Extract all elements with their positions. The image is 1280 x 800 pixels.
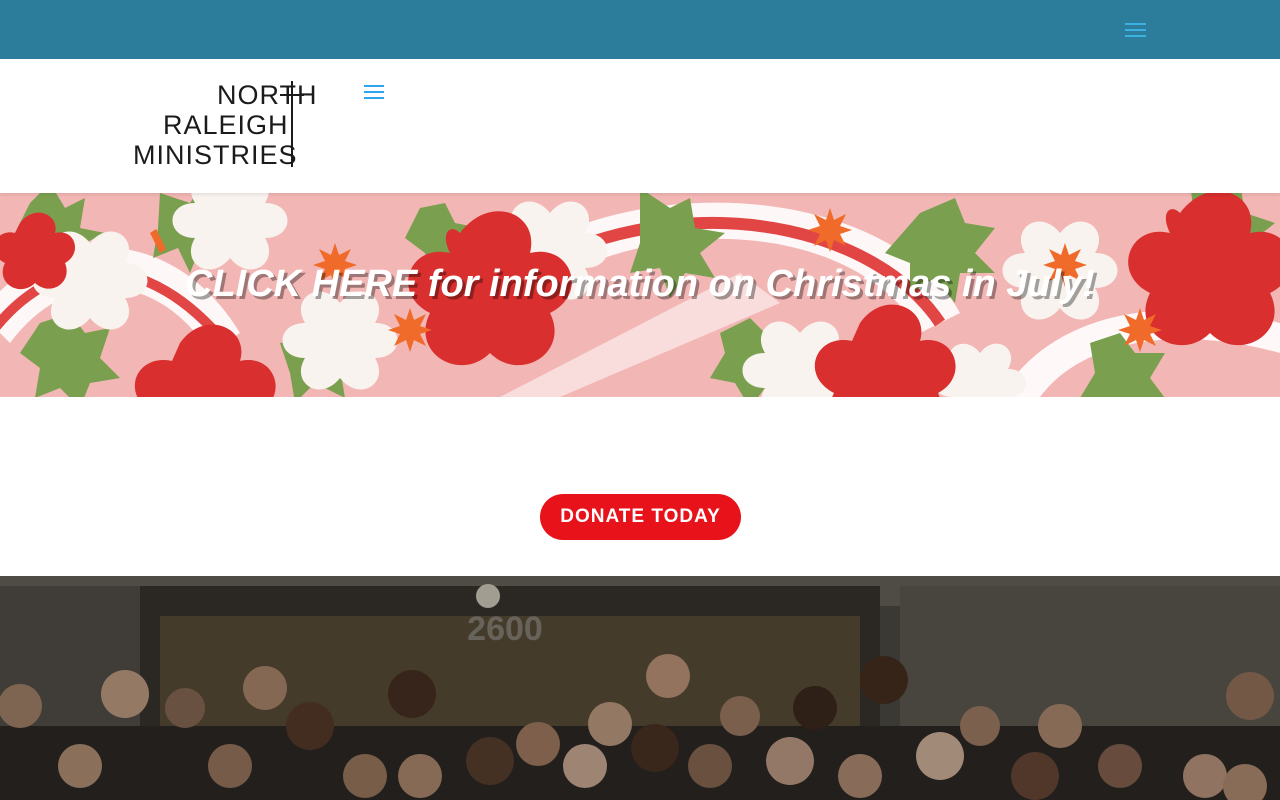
donate-today-button[interactable]: DONATE TODAY bbox=[540, 494, 741, 540]
top-bar bbox=[0, 0, 1280, 59]
site-logo[interactable]: NORTH RALEIGH MINISTRIES bbox=[133, 81, 325, 169]
top-menu-icon[interactable] bbox=[1125, 23, 1146, 40]
donate-section: DONATE TODAY bbox=[0, 397, 1280, 576]
group-photo: 2600 bbox=[0, 576, 1280, 800]
main-menu-icon[interactable] bbox=[364, 85, 384, 101]
logo-line-3: MINISTRIES bbox=[133, 140, 298, 170]
hero-banner[interactable]: CLICK HERE for information on Christmas … bbox=[0, 193, 1280, 397]
site-header: NORTH RALEIGH MINISTRIES bbox=[0, 59, 1280, 193]
logo-line-2: RALEIGH bbox=[163, 110, 289, 140]
cross-bar bbox=[280, 94, 304, 96]
group-photo-image: 2600 bbox=[0, 576, 1280, 800]
christmas-in-july-link[interactable]: CLICK HERE for information on Christmas … bbox=[0, 263, 1280, 306]
